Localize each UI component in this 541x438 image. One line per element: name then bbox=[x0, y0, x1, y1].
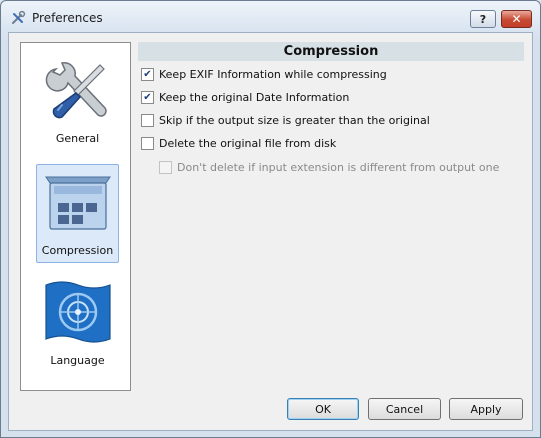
delete-original-checkbox[interactable] bbox=[141, 137, 154, 150]
language-globe-flag-icon bbox=[44, 281, 111, 343]
dialog-body: General Compression Language Compression… bbox=[8, 32, 533, 431]
skip-larger-checkbox[interactable] bbox=[141, 114, 154, 127]
window-title: Preferences bbox=[32, 11, 103, 25]
category-sidebar: General Compression Language bbox=[20, 42, 131, 391]
option-keep-exif[interactable]: ✔ Keep EXIF Information while compressin… bbox=[141, 68, 387, 81]
option-skip-larger[interactable]: Skip if the output size is greater than … bbox=[141, 114, 430, 127]
option-delete-original[interactable]: Delete the original file from disk bbox=[141, 137, 336, 150]
ok-button[interactable]: OK bbox=[287, 398, 359, 420]
option-dont-delete-different-ext: Don't delete if input extension is diffe… bbox=[159, 161, 499, 174]
option-label: Don't delete if input extension is diffe… bbox=[177, 161, 500, 174]
tools-icon bbox=[12, 10, 26, 24]
title-bar[interactable]: Preferences ? ✕ bbox=[1, 1, 540, 32]
option-label: Keep the original Date Information bbox=[159, 91, 350, 104]
compression-box-icon bbox=[44, 176, 111, 230]
sidebar-item-compression[interactable]: Compression bbox=[36, 164, 119, 263]
help-button[interactable]: ? bbox=[470, 10, 496, 28]
preferences-window: Preferences ? ✕ General Compression Lang… bbox=[0, 0, 541, 438]
option-label: Skip if the output size is greater than … bbox=[159, 114, 430, 127]
option-keep-date[interactable]: ✔ Keep the original Date Information bbox=[141, 91, 349, 104]
dont-delete-different-ext-checkbox bbox=[159, 161, 172, 174]
close-button[interactable]: ✕ bbox=[501, 10, 532, 28]
sidebar-item-label: Language bbox=[50, 354, 105, 367]
sidebar-item-language[interactable]: Language bbox=[36, 274, 119, 373]
keep-date-checkbox[interactable]: ✔ bbox=[141, 91, 154, 104]
tools-wrench-screwdriver-icon bbox=[45, 62, 107, 119]
cancel-button[interactable]: Cancel bbox=[368, 398, 441, 420]
sidebar-item-label: Compression bbox=[41, 244, 114, 257]
section-title: Compression bbox=[138, 42, 524, 61]
apply-button[interactable]: Apply bbox=[449, 398, 523, 420]
sidebar-item-label: General bbox=[55, 132, 100, 145]
option-label: Keep EXIF Information while compressing bbox=[159, 68, 387, 81]
option-label: Delete the original file from disk bbox=[159, 137, 337, 150]
keep-exif-checkbox[interactable]: ✔ bbox=[141, 68, 154, 81]
sidebar-item-general[interactable]: General bbox=[36, 52, 119, 151]
